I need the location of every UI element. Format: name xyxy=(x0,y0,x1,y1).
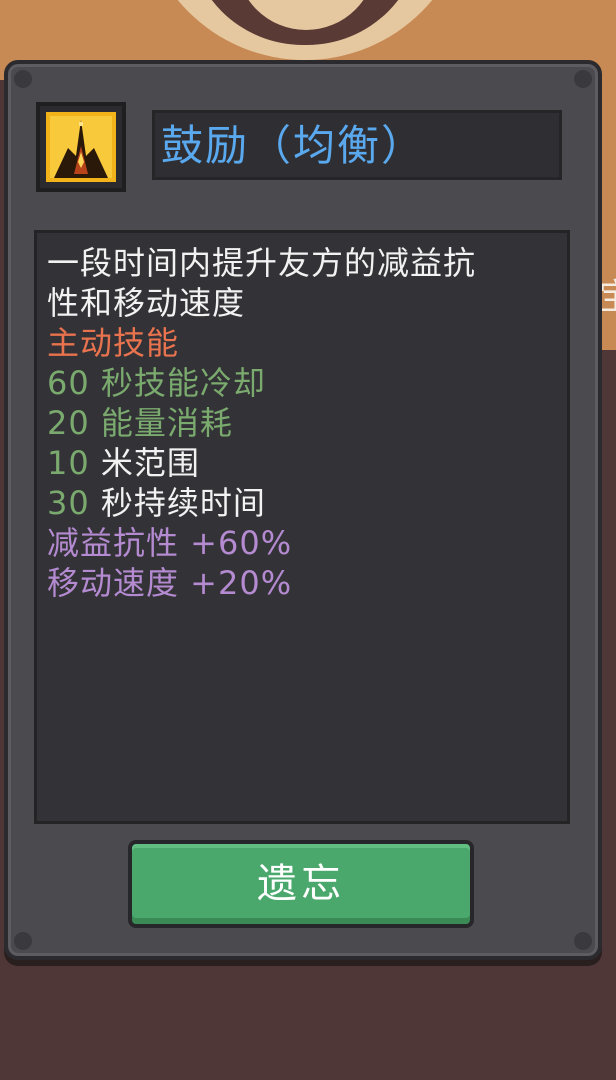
panel-rivet xyxy=(574,70,592,88)
panel-rivet xyxy=(14,70,32,88)
cooldown-label: 秒技能冷却 xyxy=(100,364,266,402)
skill-title: 鼓励（均衡） xyxy=(161,121,426,170)
encourage-flame-icon xyxy=(46,112,116,182)
debuff-resistance-bonus: 减益抗性 +60% xyxy=(47,524,293,562)
description-line: 性和移动速度 xyxy=(47,284,246,322)
skill-type-label: 主动技能 xyxy=(47,324,180,362)
skill-icon-frame xyxy=(36,102,126,192)
forget-button[interactable]: 遗忘 xyxy=(128,840,474,928)
cooldown-value: 60 xyxy=(47,364,90,402)
cooldown-stat: 60 秒技能冷却 xyxy=(47,363,557,403)
energy-stat: 20 能量消耗 xyxy=(47,403,557,443)
panel-rivet xyxy=(14,932,32,950)
range-value: 10 xyxy=(47,444,90,482)
skill-title-box: 鼓励（均衡） xyxy=(152,110,562,180)
energy-value: 20 xyxy=(47,404,90,442)
duration-label: 秒持续时间 xyxy=(100,484,266,522)
skill-detail-panel: 鼓励（均衡） 一段时间内提升友方的减益抗 性和移动速度 主动技能 60 秒技能冷… xyxy=(4,60,602,960)
move-speed-bonus: 移动速度 +20% xyxy=(47,564,293,602)
skill-description-box: 一段时间内提升友方的减益抗 性和移动速度 主动技能 60 秒技能冷却 20 能量… xyxy=(34,230,570,824)
energy-label: 能量消耗 xyxy=(100,404,233,442)
duration-value: 30 xyxy=(47,484,90,522)
panel-rivet xyxy=(574,932,592,950)
duration-stat: 30 秒持续时间 xyxy=(47,483,557,523)
description-line: 一段时间内提升友方的减益抗 xyxy=(47,244,477,282)
range-stat: 10 米范围 xyxy=(47,443,557,483)
range-label: 米范围 xyxy=(100,444,200,482)
